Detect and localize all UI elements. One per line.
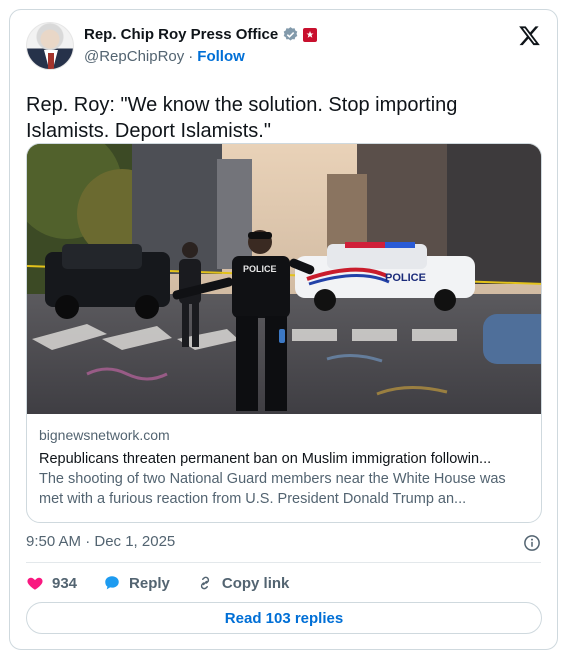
officer-vest-text: POLICE bbox=[243, 264, 277, 274]
reply-label: Reply bbox=[129, 574, 170, 592]
divider bbox=[26, 562, 541, 563]
link-description: The shooting of two National Guard membe… bbox=[39, 471, 506, 507]
verified-badge-icon bbox=[283, 27, 298, 41]
author-name-row: Rep. Chip Roy Press Office bbox=[84, 26, 318, 43]
heart-icon bbox=[27, 577, 43, 590]
copy-link-label: Copy link bbox=[221, 574, 290, 592]
link-title[interactable]: Republicans threaten permanent ban on Mu… bbox=[39, 451, 529, 467]
info-icon[interactable] bbox=[523, 534, 541, 552]
link-icon bbox=[200, 576, 210, 590]
link-domain: bignewsnetwork.com bbox=[39, 427, 170, 443]
handle-separator: · bbox=[188, 48, 194, 65]
tweet-embed-card: Rep. Chip Roy Press Office @RepChipRoy ·… bbox=[9, 9, 558, 650]
link-preview-card[interactable]: POLICE POLICE bignewsnetwork.com Republi… bbox=[26, 143, 542, 523]
action-bar: 934 Reply Copy link bbox=[26, 572, 315, 594]
like-count: 934 bbox=[52, 574, 78, 592]
read-replies-button[interactable]: Read 103 replies bbox=[26, 602, 542, 634]
congress-flag-icon bbox=[303, 27, 318, 42]
car-police-text: POLICE bbox=[385, 272, 426, 284]
x-logo-icon[interactable] bbox=[518, 24, 541, 47]
author-name[interactable]: Rep. Chip Roy Press Office bbox=[84, 26, 278, 43]
avatar-tie bbox=[48, 53, 54, 69]
reply-button[interactable]: Reply bbox=[103, 574, 170, 592]
author-handle[interactable]: @RepChipRoy bbox=[84, 48, 184, 65]
link-preview-image[interactable]: POLICE POLICE bbox=[27, 144, 542, 414]
tweet-text: Rep. Roy: "We know the solution. Stop im… bbox=[26, 94, 458, 142]
author-handle-row: @RepChipRoy · Follow bbox=[84, 48, 245, 65]
follow-button[interactable]: Follow bbox=[197, 48, 245, 65]
link-preview-meta: bignewsnetwork.com Republicans threaten … bbox=[39, 427, 529, 509]
author-avatar[interactable] bbox=[26, 22, 74, 70]
tweet-header: Rep. Chip Roy Press Office @RepChipRoy ·… bbox=[26, 22, 541, 72]
reply-bubble-icon bbox=[105, 576, 119, 590]
like-button[interactable]: 934 bbox=[26, 574, 77, 592]
tweet-timestamp[interactable]: 9:50 AM · Dec 1, 2025 bbox=[26, 533, 175, 550]
copy-link-button[interactable]: Copy link bbox=[196, 574, 290, 592]
